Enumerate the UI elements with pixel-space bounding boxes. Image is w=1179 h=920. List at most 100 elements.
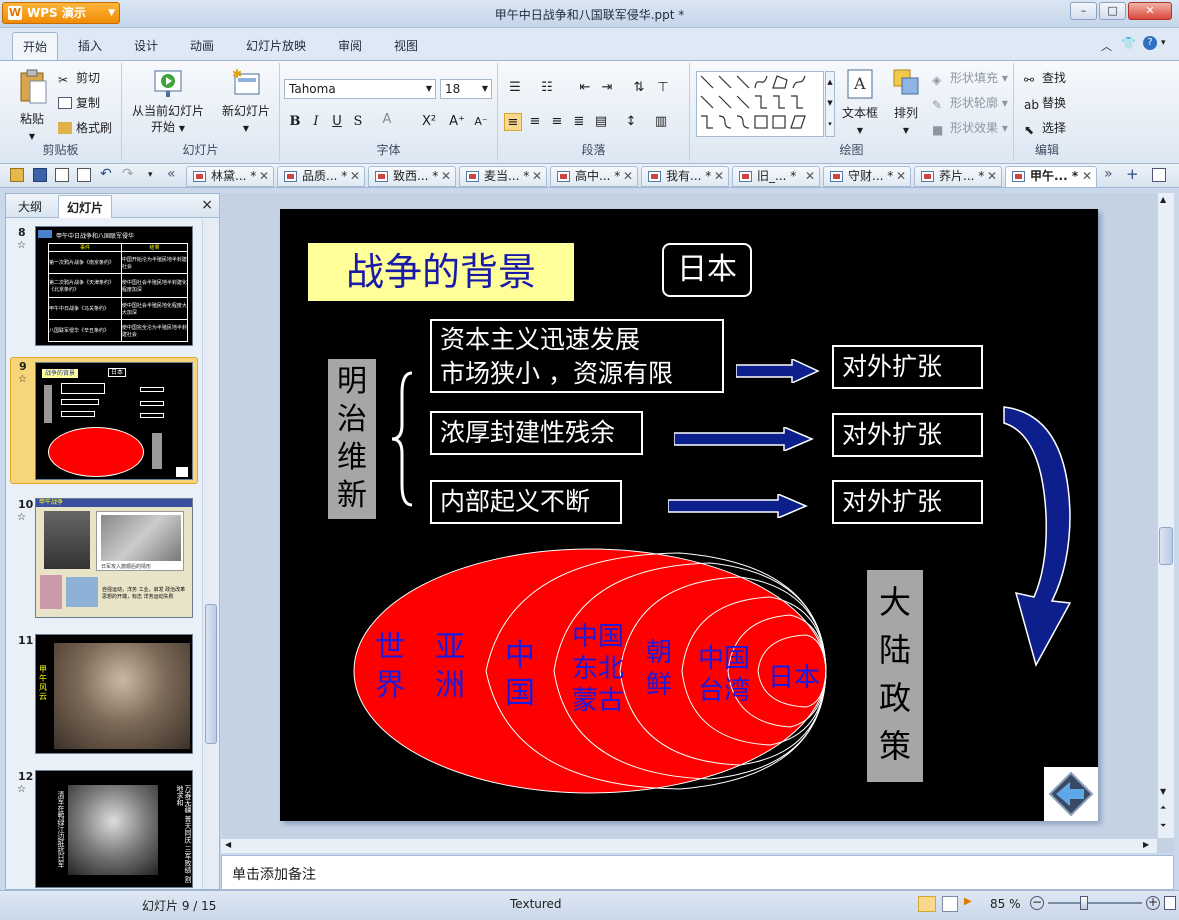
scrollbar-thumb[interactable] — [1159, 527, 1173, 565]
save-icon[interactable] — [33, 168, 47, 182]
panel-scrollbar[interactable] — [202, 219, 218, 889]
meiji-restoration-label[interactable]: 明治维新 — [328, 359, 376, 519]
cause-uprising-box[interactable]: 内部起义不断 — [430, 480, 622, 524]
doc-tab[interactable]: 高中... * ✕ — [550, 166, 638, 187]
align-text-button[interactable]: ⊤ — [654, 79, 672, 97]
font-size-select[interactable]: 18 ▼ — [440, 79, 492, 99]
scroll-down-icon[interactable]: ▼ — [1160, 787, 1166, 796]
zoom-level[interactable]: 85 % — [990, 897, 1021, 911]
close-icon[interactable]: ✕ — [714, 167, 724, 186]
doc-tab[interactable]: 荞片... * ✕ — [914, 166, 1002, 187]
skin-icon[interactable]: 👕 — [1121, 36, 1136, 50]
cause-feudal-box[interactable]: 浓厚封建性残余 — [430, 411, 643, 455]
font-name-select[interactable]: Tahoma ▼ — [284, 79, 436, 99]
doc-tab[interactable]: 麦当... * ✕ — [459, 166, 547, 187]
select-button[interactable]: ⬉ 选择 — [1024, 120, 1066, 137]
doc-tab-active[interactable]: 甲午... * ✕ — [1005, 166, 1097, 188]
close-icon[interactable]: ✕ — [259, 167, 269, 186]
close-icon[interactable]: ✕ — [441, 167, 451, 186]
numbering-button[interactable]: ☷ — [538, 79, 556, 97]
shrink-font-button[interactable]: A⁻ — [472, 113, 490, 131]
tab-scroll-left-icon[interactable]: « — [167, 167, 181, 182]
underline-button[interactable]: U — [328, 113, 346, 131]
scrollbar-thumb[interactable] — [205, 604, 217, 744]
shape-outline-button[interactable]: ✎ 形状轮廓 ▾ — [932, 95, 1008, 112]
doc-tab[interactable]: 致西... * ✕ — [368, 166, 456, 187]
region-korea[interactable]: 朝鲜 — [642, 637, 676, 701]
format-painter-button[interactable]: 格式刷 — [58, 120, 112, 136]
shapes-scroll[interactable]: ▲ ▼ ▾ — [825, 71, 835, 137]
grow-font-button[interactable]: A⁺ — [448, 113, 466, 131]
cut-button[interactable]: ✂ 剪切 — [58, 70, 100, 87]
bold-button[interactable]: B — [286, 113, 304, 131]
maximize-button[interactable]: □ — [1099, 2, 1126, 20]
region-japan[interactable]: 日本 — [764, 662, 824, 694]
zoom-in-icon[interactable]: + — [1146, 896, 1160, 910]
slide-thumbnail-selected[interactable]: 9 ☆ 战争的背景 日本 — [10, 357, 198, 484]
tab-view[interactable]: 视图 — [394, 37, 418, 54]
tab-review[interactable]: 审阅 — [338, 37, 362, 54]
zoom-slider[interactable] — [1048, 902, 1142, 904]
textbox-button[interactable]: A 文本框 ▼ — [840, 67, 880, 139]
justify-button[interactable]: ≣ — [570, 113, 588, 131]
italic-button[interactable]: I — [307, 113, 325, 131]
horizontal-scrollbar[interactable]: ◀ ▶ — [221, 838, 1157, 853]
align-left-button[interactable]: ≡ — [504, 113, 522, 131]
help-dropdown-icon[interactable]: ▾ — [1161, 38, 1166, 48]
columns-button[interactable]: ▥ — [652, 113, 670, 131]
close-panel-button[interactable]: × — [201, 197, 213, 213]
tab-design[interactable]: 设计 — [134, 37, 158, 54]
tab-slideshow[interactable]: 幻灯片放映 — [246, 37, 306, 54]
shapes-gallery[interactable] — [696, 71, 824, 137]
close-icon[interactable]: ✕ — [532, 167, 542, 186]
close-icon[interactable]: ✕ — [805, 167, 815, 186]
tab-scroll-right-icon[interactable]: » — [1104, 167, 1118, 182]
slide-title[interactable]: 战争的背景 — [308, 243, 574, 301]
slide-thumbnail[interactable]: 12 ☆ 清军在鸭绿江边抵抗日军 万寿无疆 普天同庆 三军败绩 割地求和 — [6, 768, 202, 892]
slideshow-icon[interactable]: ▶ — [964, 896, 980, 912]
slide-thumbnail[interactable]: 10 ☆ 甲午战争 日军攻入旅顺后的情形 自强运动，洋务 工业，启发 政治改革思… — [6, 496, 202, 620]
vertical-scrollbar[interactable]: ▲ ▼ ⏶ ⏷ — [1157, 193, 1174, 838]
slide-canvas[interactable]: 战争的背景 日本 明治维新 资本主义迅速发展 市场狭小 ，资源有限 浓厚封建性残… — [280, 209, 1098, 821]
region-world[interactable]: 世界 — [370, 629, 410, 705]
redo-icon[interactable]: ↷ — [122, 167, 136, 182]
align-center-button[interactable]: ≡ — [526, 113, 544, 131]
scroll-left-icon[interactable]: ◀ — [225, 840, 231, 849]
region-northeast-china-mongolia[interactable]: 中国东北蒙古 — [568, 621, 628, 717]
shadow-button[interactable]: S — [349, 113, 367, 131]
tab-home[interactable]: 开始 — [12, 32, 59, 60]
replace-button[interactable]: ab 替换 — [1024, 95, 1066, 112]
close-icon[interactable]: ✕ — [987, 167, 997, 186]
text-direction-button[interactable]: ⇅ — [630, 79, 648, 97]
customize-icon[interactable]: ▾ — [148, 168, 162, 182]
window-list-icon[interactable] — [1152, 168, 1166, 182]
slide-thumbnail[interactable]: 8 ☆ 甲午中日战争和八国联军侵华 事件 结果 第一次鸦片战争《南京条约》 中国开始… — [6, 224, 202, 348]
new-tab-icon[interactable]: + — [1126, 167, 1140, 182]
doc-tab[interactable]: 旧_... * ✕ — [732, 166, 820, 187]
arrange-button[interactable]: 排列 ▼ — [886, 67, 926, 139]
notes-pane[interactable]: 单击添加备注 — [221, 855, 1174, 890]
region-asia[interactable]: 亚洲 — [430, 629, 470, 705]
expansion-box-2[interactable]: 对外扩张 — [832, 413, 983, 457]
region-taiwan[interactable]: 中国台湾 — [694, 643, 754, 707]
doc-tab[interactable]: 我有... * ✕ — [641, 166, 729, 187]
help-icon[interactable]: ? — [1143, 36, 1157, 50]
close-icon[interactable]: ✕ — [623, 167, 633, 186]
slide-sorter-icon[interactable] — [942, 896, 958, 912]
new-slide-button[interactable]: ✱ 新幻灯片 ▼ — [216, 67, 276, 137]
zoom-out-icon[interactable]: − — [1030, 896, 1044, 910]
find-button[interactable]: ⚯ 查找 — [1024, 70, 1066, 87]
doc-tab[interactable]: 守财... * ✕ — [823, 166, 911, 187]
region-china[interactable]: 中国 — [500, 637, 540, 713]
normal-view-icon[interactable] — [918, 896, 936, 912]
superscript-button[interactable]: X² — [420, 113, 438, 131]
open-icon[interactable] — [10, 168, 24, 182]
decrease-indent-button[interactable]: ⇤ — [576, 79, 594, 97]
close-icon[interactable]: ✕ — [1082, 167, 1092, 186]
close-window-button[interactable]: ✕ — [1128, 2, 1172, 20]
undo-icon[interactable]: ↶ — [100, 167, 114, 182]
print-preview-icon[interactable] — [77, 168, 91, 182]
japan-label[interactable]: 日本 — [662, 243, 752, 297]
line-spacing-button[interactable]: ↕ — [622, 113, 640, 131]
tab-outline[interactable]: 大纲 — [18, 198, 42, 215]
